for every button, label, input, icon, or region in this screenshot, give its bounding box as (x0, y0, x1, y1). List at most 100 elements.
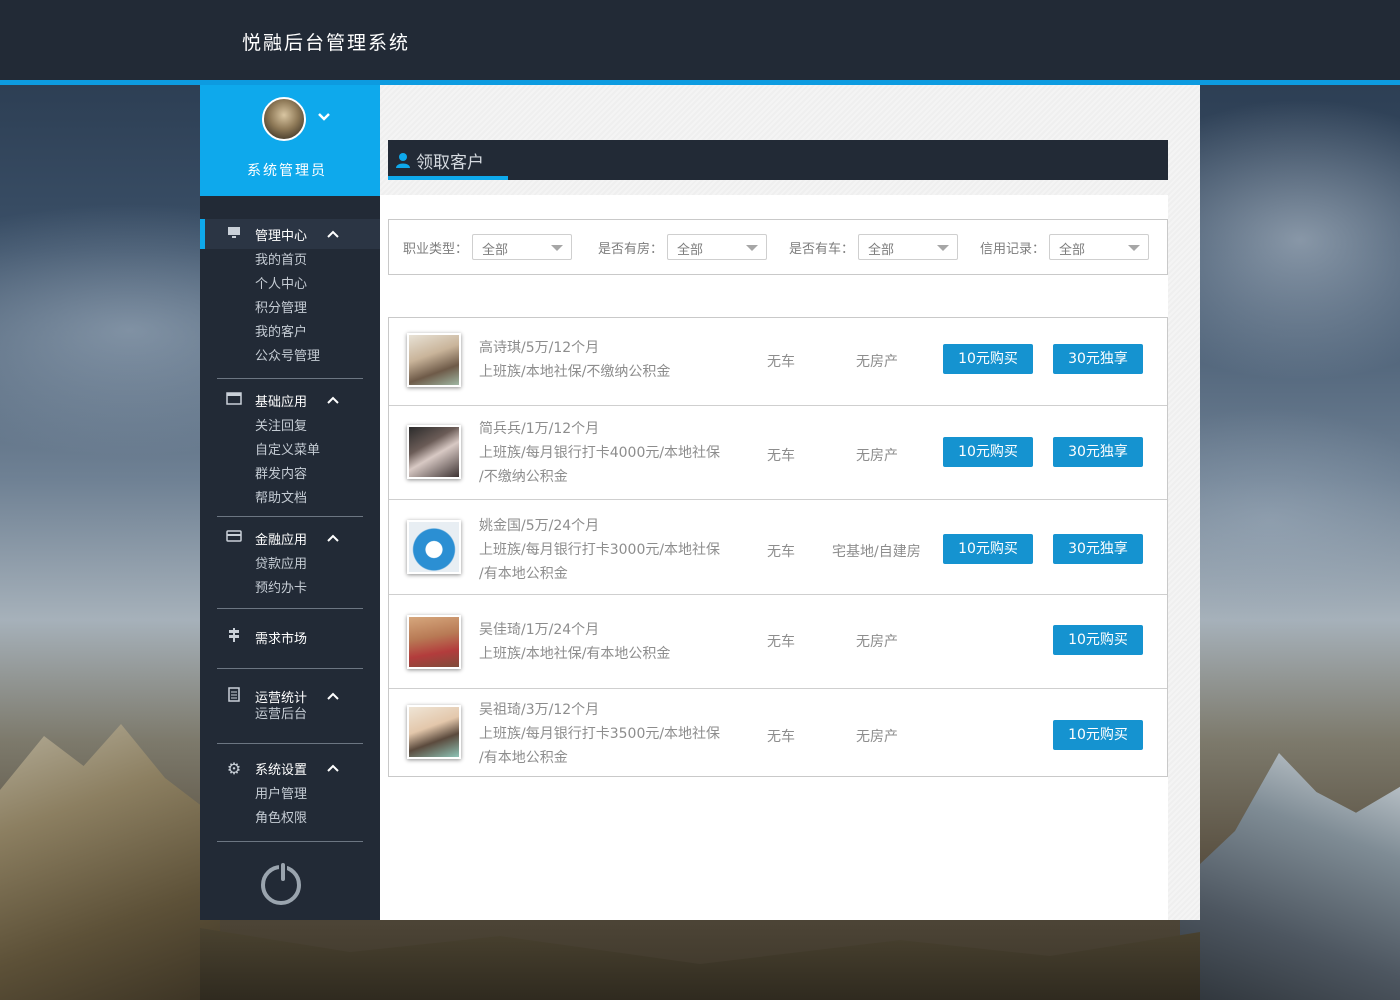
divider (217, 516, 363, 517)
menu-head-label: 金融应用 (255, 532, 308, 548)
customer-photo (407, 705, 461, 759)
list-item: 吴佳琦/1万/24个月 上班族/本地社保/有本地公积金 无车 无房产 10元购买 (389, 594, 1167, 688)
menu-item-mass-content[interactable]: 群发内容 (200, 463, 380, 487)
chevron-up-icon[interactable] (327, 531, 339, 545)
menu-item-roles[interactable]: 角色权限 (200, 807, 380, 831)
select-value: 全部 (1059, 243, 1086, 258)
house-select[interactable]: 全部 (667, 234, 768, 260)
exclusive-30-button[interactable]: 30元独享 (1053, 437, 1143, 467)
menu-head-market[interactable]: 需求市场 (200, 622, 380, 652)
caret-down-icon (746, 245, 759, 251)
menu-group-operations: 运营统计 运营后台 (200, 681, 380, 727)
house-status: 无房产 (856, 448, 898, 464)
page-title: 领取客户 (416, 153, 484, 173)
buy-10-button[interactable]: 10元购买 (1053, 720, 1143, 750)
menu-head-finance[interactable]: 金融应用 (200, 523, 380, 553)
menu-head-label: 需求市场 (255, 631, 308, 647)
divider (217, 743, 363, 744)
menu-item-profile[interactable]: 个人中心 (200, 273, 380, 297)
car-status: 无车 (767, 729, 795, 745)
customer-list: 高诗琪/5万/12个月 上班族/本地社保/不缴纳公积金 无车 无房产 10元购买… (388, 317, 1168, 777)
section-header: 领取客户 (388, 140, 1168, 180)
filter-bar: 职业类型： 全部 是否有房： 全部 是否有车： 全部 信用记录： 全部 (388, 219, 1168, 275)
customer-photo (407, 425, 461, 479)
profile-panel: 系统管理员 (200, 85, 380, 196)
customer-detail: 上班族/每月银行打卡3500元/本地社保 (479, 726, 721, 742)
list-item: 姚金国/5万/24个月 上班族/每月银行打卡3000元/本地社保 /有本地公积金… (389, 499, 1167, 594)
chevron-down-icon[interactable] (317, 107, 331, 126)
car-status: 无车 (767, 448, 795, 464)
customer-detail: 上班族/每月银行打卡3000元/本地社保 (479, 542, 721, 558)
menu-item-official-account[interactable]: 公众号管理 (200, 345, 380, 369)
buy-10-button[interactable]: 10元购买 (1053, 625, 1143, 655)
card-icon (225, 530, 243, 546)
exclusive-30-button[interactable]: 30元独享 (1053, 534, 1143, 564)
monitor-icon (225, 226, 243, 243)
chevron-up-icon[interactable] (327, 227, 339, 241)
chevron-up-icon[interactable] (327, 761, 339, 775)
sidebar: 系统管理员 管理中心 我的首页 个人中心 积分管理 我的客户 公众号管理 基础应… (200, 85, 380, 920)
menu-item-my-customers[interactable]: 我的客户 (200, 321, 380, 345)
avatar[interactable] (262, 97, 306, 141)
chevron-up-icon[interactable] (327, 393, 339, 407)
menu-head-settings[interactable]: ⚙ 系统设置 (200, 753, 380, 783)
caret-down-icon (1128, 245, 1141, 251)
menu-item-custom-menu[interactable]: 自定义菜单 (200, 439, 380, 463)
divider (217, 608, 363, 609)
credit-select[interactable]: 全部 (1049, 234, 1150, 260)
menu-item-home[interactable]: 我的首页 (200, 249, 380, 273)
buy-10-button[interactable]: 10元购买 (943, 344, 1033, 374)
menu-group-basic: 基础应用 关注回复 自定义菜单 群发内容 帮助文档 (200, 385, 380, 511)
menu-head-label: 运营统计 (255, 690, 308, 706)
menu-head-operations[interactable]: 运营统计 (200, 681, 380, 711)
user-icon (394, 151, 412, 169)
customer-summary: 高诗琪/5万/12个月 (479, 340, 600, 356)
buy-10-button[interactable]: 10元购买 (943, 534, 1033, 564)
select-value: 全部 (677, 243, 704, 258)
power-icon[interactable] (261, 863, 301, 905)
section-underline (388, 176, 508, 180)
customer-info: 吴祖琦/3万/12个月 上班族/每月银行打卡3500元/本地社保 /有本地公积金 (479, 698, 720, 770)
background-mountain-right (1180, 753, 1400, 1000)
chevron-up-icon[interactable] (327, 689, 339, 703)
menu-group-finance: 金融应用 贷款应用 预约办卡 (200, 523, 380, 601)
menu-head-basic[interactable]: 基础应用 (200, 385, 380, 415)
menu-head-label: 管理中心 (255, 228, 308, 244)
house-status: 宅基地/自建房 (832, 544, 921, 560)
house-status: 无房产 (856, 729, 898, 745)
menu-item-points[interactable]: 积分管理 (200, 297, 380, 321)
menu-group-market: 需求市场 (200, 622, 380, 652)
menu-item-card-appointment[interactable]: 预约办卡 (200, 577, 380, 601)
menu-head-management[interactable]: 管理中心 (200, 219, 380, 249)
menu-group-settings: ⚙ 系统设置 用户管理 角色权限 (200, 753, 380, 831)
filter-label: 职业类型： (403, 241, 469, 257)
menu-item-users[interactable]: 用户管理 (200, 783, 380, 807)
customer-detail: 上班族/每月银行打卡4000元/本地社保 (479, 445, 721, 461)
customer-summary: 简兵兵/1万/12个月 (479, 421, 600, 437)
background-mountain-bottom (200, 928, 1200, 1000)
background-mountain-left (0, 724, 220, 1000)
main-content: 领取客户 职业类型： 全部 是否有房： 全部 是否有车： 全部 信用记录： 全部… (380, 85, 1200, 920)
list-item: 简兵兵/1万/12个月 上班族/每月银行打卡4000元/本地社保 /不缴纳公积金… (389, 405, 1167, 499)
menu-item-loan[interactable]: 贷款应用 (200, 553, 380, 577)
menu-item-follow-reply[interactable]: 关注回复 (200, 415, 380, 439)
exclusive-30-button[interactable]: 30元独享 (1053, 344, 1143, 374)
customer-photo (407, 520, 461, 574)
menu-item-help-docs[interactable]: 帮助文档 (200, 487, 380, 511)
car-status: 无车 (767, 544, 795, 560)
customer-detail: /有本地公积金 (479, 566, 568, 582)
car-select[interactable]: 全部 (858, 234, 959, 260)
select-value: 全部 (868, 243, 895, 258)
car-status: 无车 (767, 634, 795, 650)
list-item: 吴祖琦/3万/12个月 上班族/每月银行打卡3500元/本地社保 /有本地公积金… (389, 688, 1167, 776)
occupation-select[interactable]: 全部 (472, 234, 573, 260)
customer-info: 高诗琪/5万/12个月 上班族/本地社保/不缴纳公积金 (479, 336, 670, 384)
document-icon (225, 686, 243, 706)
window-icon (225, 391, 243, 409)
customer-detail: 上班族/本地社保/有本地公积金 (479, 646, 671, 662)
caret-down-icon (937, 245, 950, 251)
house-status: 无房产 (856, 354, 898, 370)
buy-10-button[interactable]: 10元购买 (943, 437, 1033, 467)
select-value: 全部 (482, 243, 509, 258)
divider (217, 668, 363, 669)
